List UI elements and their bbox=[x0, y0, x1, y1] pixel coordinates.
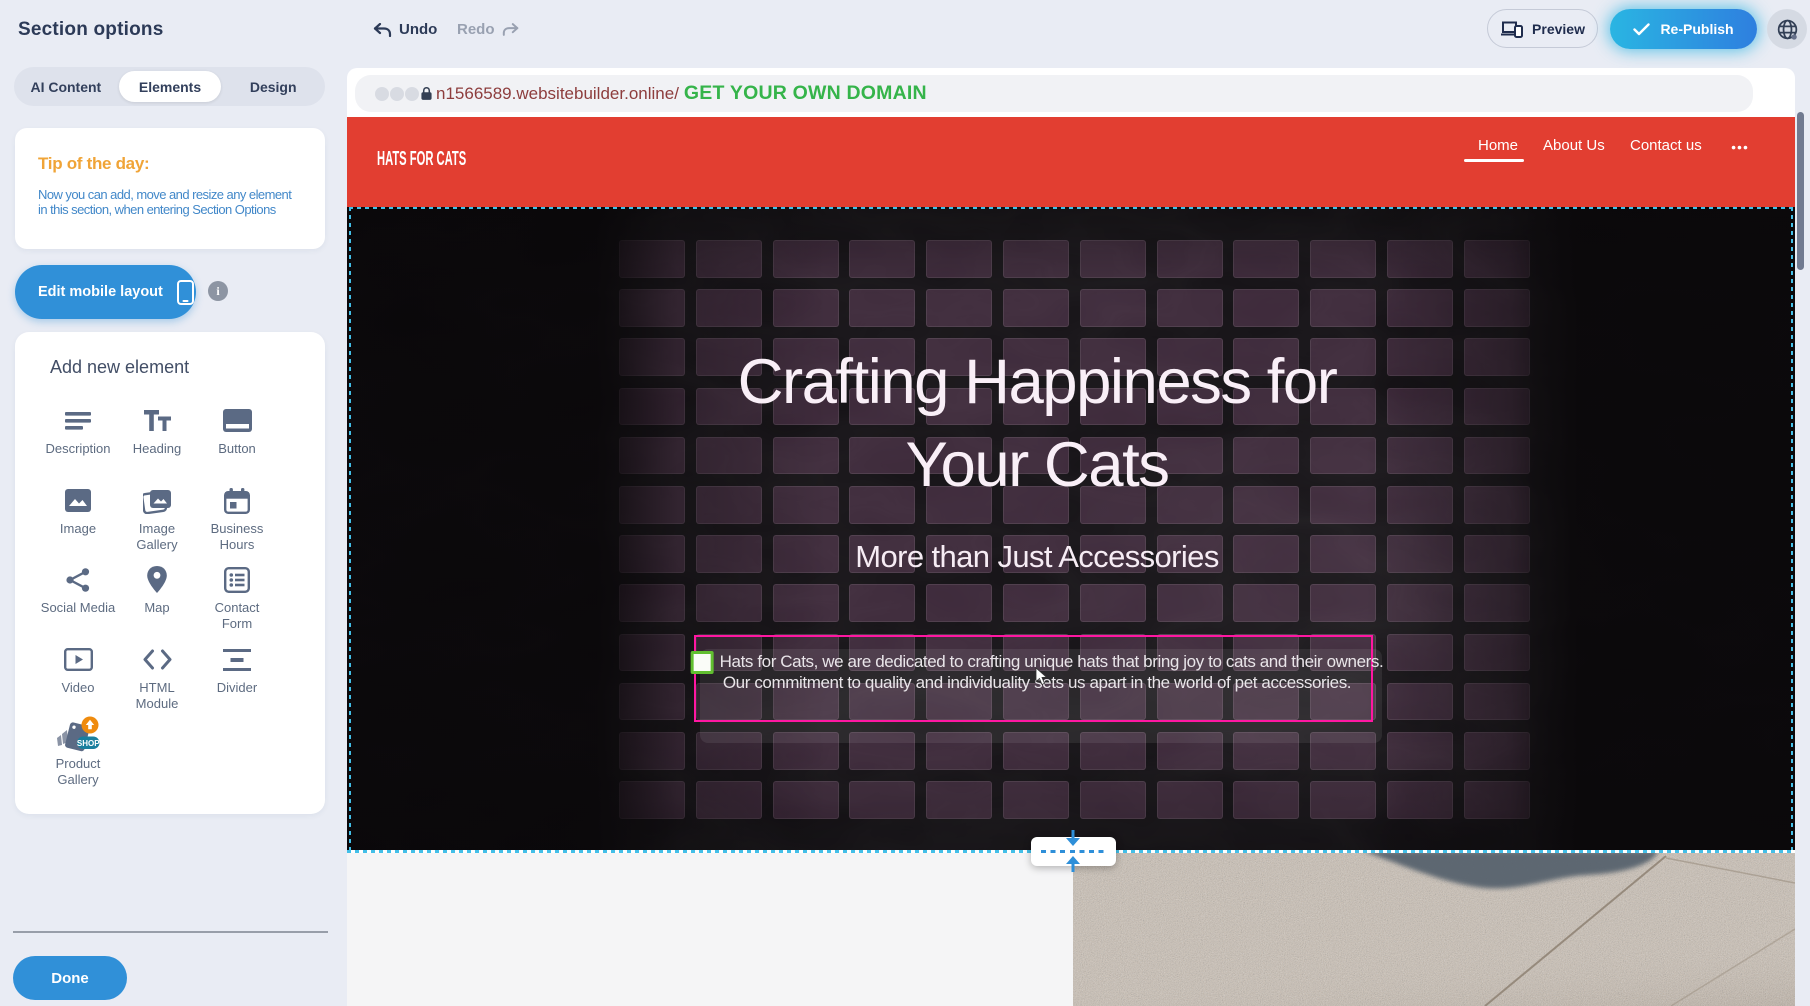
svg-text:SHOP: SHOP bbox=[77, 739, 100, 748]
